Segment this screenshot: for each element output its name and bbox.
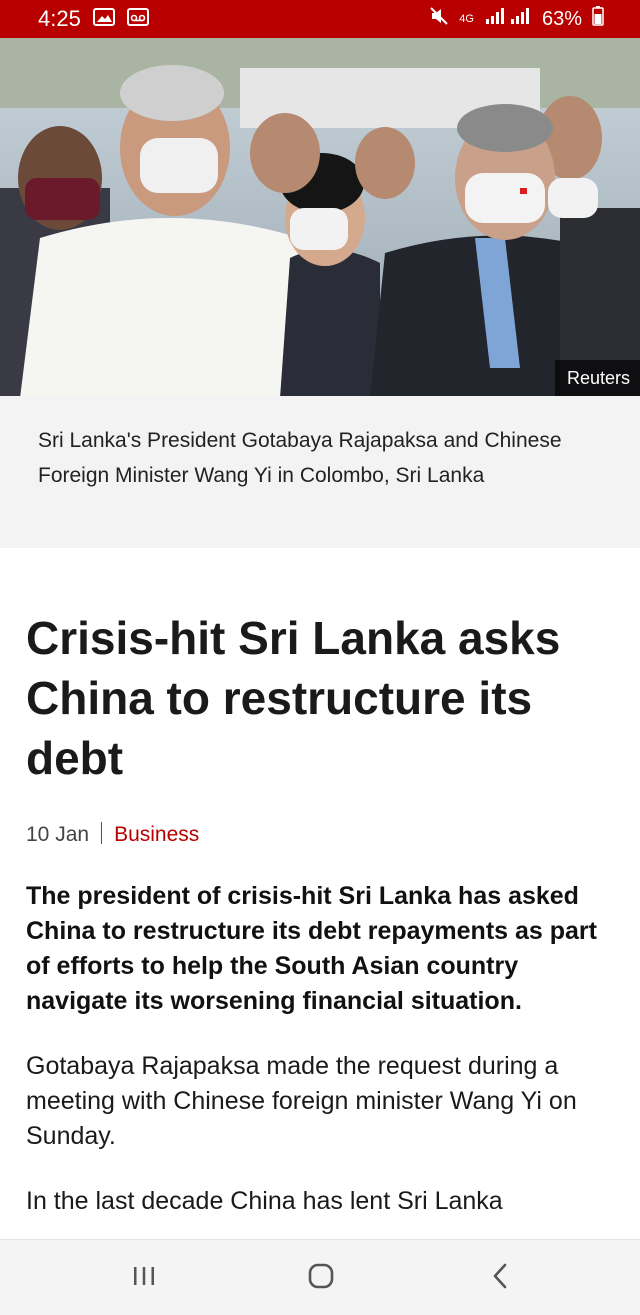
voicemail-icon bbox=[126, 6, 149, 32]
back-icon bbox=[489, 1262, 513, 1295]
photo-credit: Reuters bbox=[554, 360, 640, 396]
network-type: 4G bbox=[459, 12, 474, 25]
gallery-icon bbox=[92, 6, 115, 32]
article-body: Crisis-hit Sri Lanka asks China to restr… bbox=[0, 548, 640, 1240]
recent-apps-button[interactable] bbox=[114, 1260, 174, 1296]
caption-text: Sri Lanka's President Gotabaya Rajapaksa… bbox=[38, 429, 562, 487]
article-paragraph: Gotabaya Rajapaksa made the request duri… bbox=[26, 1052, 577, 1150]
hero-image[interactable]: Reuters bbox=[0, 38, 640, 396]
article-meta: 10 Jan Business bbox=[0, 788, 640, 847]
system-navigation-bar bbox=[0, 1239, 640, 1315]
hero-photo bbox=[0, 38, 640, 396]
image-caption: Sri Lanka's President Gotabaya Rajapaksa… bbox=[0, 396, 640, 548]
battery-percent: 63% bbox=[541, 7, 582, 30]
status-bar: 4:25 4G 63% bbox=[0, 0, 640, 38]
mute-icon bbox=[429, 6, 449, 32]
home-button[interactable] bbox=[291, 1260, 351, 1296]
article-date: 10 Jan bbox=[26, 823, 90, 846]
back-button[interactable] bbox=[471, 1260, 531, 1296]
signal-icon bbox=[484, 7, 532, 31]
status-indicators: 4G 63% bbox=[429, 6, 604, 32]
article-lead: The president of crisis-hit Sri Lanka ha… bbox=[26, 882, 597, 1015]
topic-link[interactable]: Business bbox=[114, 823, 199, 846]
status-time: 4:25 bbox=[38, 6, 81, 31]
battery-icon bbox=[592, 6, 604, 32]
article-headline: Crisis-hit Sri Lanka asks China to restr… bbox=[26, 612, 561, 784]
meta-divider bbox=[101, 822, 103, 844]
recent-apps-icon bbox=[132, 1264, 156, 1293]
article-paragraph: In the last decade China has lent Sri La… bbox=[26, 1187, 503, 1215]
home-icon bbox=[307, 1262, 335, 1295]
